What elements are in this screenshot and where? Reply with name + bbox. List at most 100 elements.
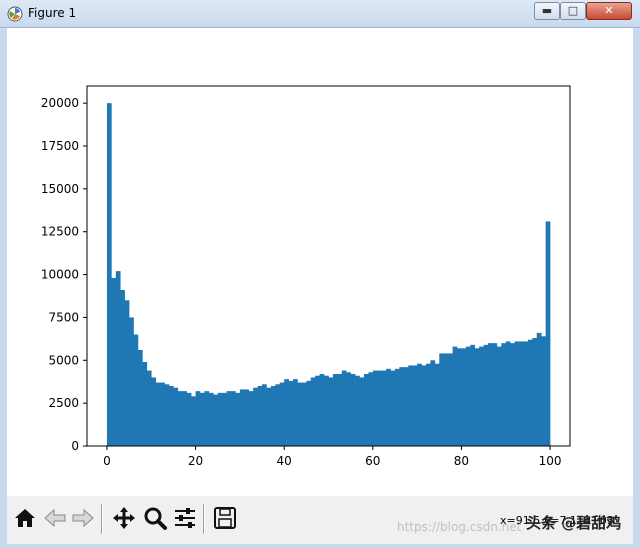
histogram-bar <box>319 374 325 446</box>
histogram-bar <box>488 343 493 446</box>
histogram-bar <box>421 365 427 446</box>
histogram-bar <box>182 391 188 446</box>
histogram-bar <box>257 386 263 446</box>
histogram-bar <box>186 392 192 446</box>
histogram-bar <box>222 392 227 446</box>
histogram-bar <box>275 384 281 446</box>
histogram-bar <box>461 348 467 446</box>
toolbar-separator <box>203 504 205 534</box>
home-button[interactable] <box>11 504 39 532</box>
histogram-bar <box>239 389 245 446</box>
figure-canvas[interactable]: 0 20 40 60 80 100 0 2500 5000 7500 10000 12500 15000… <box>7 28 633 496</box>
window-title: Figure 1 <box>28 6 77 20</box>
histogram-bar <box>297 382 303 446</box>
move-icon <box>113 507 135 529</box>
histogram-bar <box>151 377 156 446</box>
histogram-bar <box>501 343 507 446</box>
histogram-bar <box>350 374 356 446</box>
histogram-bar <box>199 392 205 446</box>
histogram-bar <box>519 341 524 446</box>
y-tick-label: 17500 <box>41 139 79 153</box>
histogram-bar <box>133 334 139 446</box>
histogram-bar <box>505 341 511 446</box>
window-frame-left <box>0 28 7 548</box>
maximize-icon: □ <box>567 4 579 17</box>
histogram-bar <box>359 377 365 446</box>
histogram-bar <box>301 382 307 446</box>
y-tick-label: 15000 <box>41 182 79 196</box>
sliders-icon <box>175 508 195 528</box>
histogram-bar <box>457 348 462 446</box>
histogram-bar <box>386 368 391 446</box>
histogram-bar <box>231 391 236 446</box>
histogram-bar <box>111 278 117 446</box>
histogram-bar <box>129 317 134 446</box>
histogram-bar <box>412 365 418 446</box>
x-tick-label: 20 <box>188 454 203 468</box>
histogram-bar <box>332 374 338 446</box>
histogram-bar <box>510 343 515 446</box>
histogram-bar <box>226 391 232 446</box>
histogram-chart: 0 20 40 60 80 100 0 2500 5000 7500 10000 12500 15000… <box>41 85 571 468</box>
histogram-bar <box>310 377 316 446</box>
close-button[interactable]: ✕ <box>586 2 632 20</box>
histogram-bar <box>452 346 458 446</box>
x-tick-label: 80 <box>454 454 469 468</box>
x-tick-label: 100 <box>539 454 562 468</box>
magnifier-icon <box>144 507 167 530</box>
y-tick-label: 5000 <box>48 353 79 367</box>
title-bar: Figure 1 ▬ □ ✕ <box>0 0 640 28</box>
histogram-bar <box>337 374 343 446</box>
histogram-bar <box>443 353 449 446</box>
histogram-bar <box>137 350 143 446</box>
histogram-bar <box>372 370 378 446</box>
forward-button[interactable] <box>69 504 97 532</box>
histogram-bar <box>532 338 538 446</box>
histogram-bar <box>399 367 405 446</box>
histogram-bar <box>284 379 289 446</box>
save-button[interactable] <box>211 504 239 532</box>
toolbar-separator <box>101 504 103 534</box>
histogram-bar <box>341 370 347 446</box>
histogram-bar <box>324 375 329 446</box>
histogram-bar <box>306 380 312 446</box>
histogram-bar <box>288 380 294 446</box>
maximize-button[interactable]: □ <box>560 2 586 20</box>
histogram-bar <box>115 271 121 446</box>
histogram-bar <box>439 353 445 446</box>
histogram-bar <box>479 346 484 446</box>
home-icon <box>15 509 35 527</box>
configure-subplots-button[interactable] <box>171 504 199 532</box>
zoom-button[interactable] <box>141 504 169 532</box>
histogram-bar <box>390 370 396 446</box>
histogram-bar <box>106 103 112 447</box>
histogram-bar <box>142 362 148 446</box>
histogram-bar <box>430 360 436 446</box>
source-badge: 头条 @碧甜鸡 <box>526 514 622 532</box>
pan-button[interactable] <box>110 504 138 532</box>
x-tick-label: 40 <box>277 454 292 468</box>
histogram-bar <box>270 386 276 446</box>
histogram-bar <box>483 344 489 446</box>
histogram-bar <box>470 344 476 446</box>
histogram-bar <box>377 370 382 446</box>
histogram-bar <box>177 391 183 446</box>
back-button[interactable] <box>41 504 69 532</box>
histogram-bar <box>124 300 130 446</box>
histogram-bar <box>195 391 201 446</box>
minimize-button[interactable]: ▬ <box>534 2 560 20</box>
histogram-bar <box>434 363 440 446</box>
histogram-bar <box>417 363 422 446</box>
close-icon: ✕ <box>604 4 614 17</box>
histogram-bar <box>523 341 529 446</box>
histogram-bar <box>191 396 196 446</box>
x-tick-label: 60 <box>365 454 380 468</box>
window-frame-bottom <box>0 544 640 548</box>
histogram-bar <box>217 392 223 446</box>
y-tick-label: 10000 <box>41 268 79 282</box>
histogram-bar <box>262 384 267 446</box>
histogram-bar <box>279 382 285 446</box>
histogram-bar <box>541 336 546 446</box>
histogram-bar <box>408 365 413 446</box>
histogram-bar <box>474 348 480 446</box>
